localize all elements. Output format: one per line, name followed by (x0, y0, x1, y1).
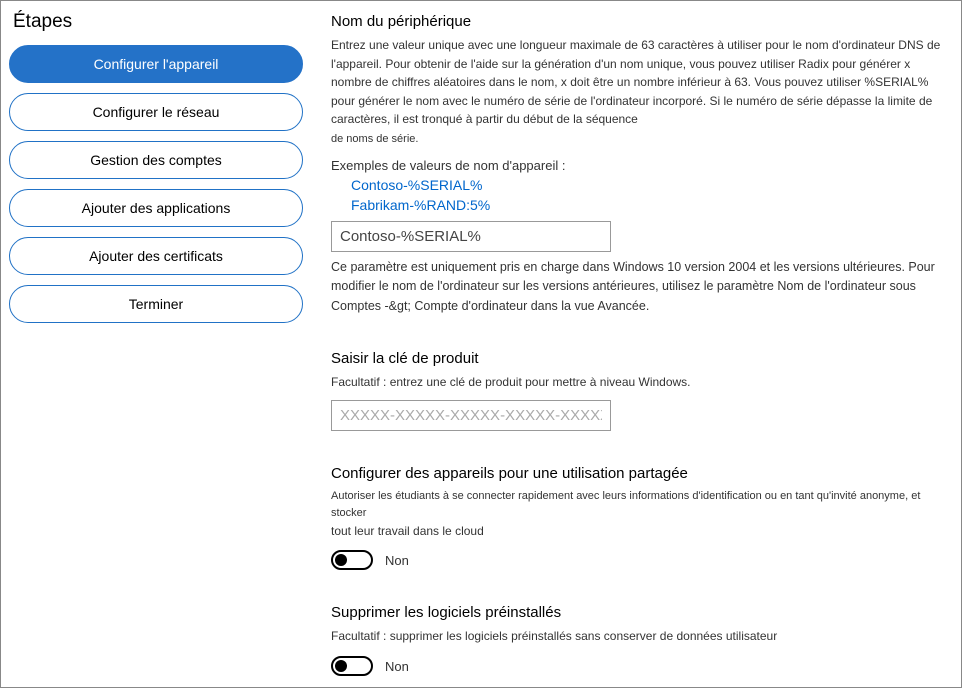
remove-preinstalled-description: Facultatif : supprimer les logiciels pré… (331, 627, 941, 646)
shared-use-description-small: Autoriser les étudiants à se connecter r… (331, 488, 941, 522)
shared-use-title: Configurer des appareils pour une utilis… (331, 465, 941, 482)
step-configure-network[interactable]: Configurer le réseau (9, 93, 303, 131)
product-key-title: Saisir la clé de produit (331, 350, 941, 367)
device-name-section: Nom du périphérique Entrez une valeur un… (331, 13, 941, 316)
shared-use-toggle[interactable] (331, 550, 373, 570)
step-finish[interactable]: Terminer (9, 285, 303, 323)
step-add-apps[interactable]: Ajouter des applications (9, 189, 303, 227)
device-name-examples-label: Exemples de valeurs de nom d'appareil : (331, 158, 941, 173)
step-configure-device[interactable]: Configurer l'appareil (9, 45, 303, 83)
remove-preinstalled-title: Supprimer les logiciels préinstallés (331, 604, 941, 621)
product-key-section: Saisir la clé de produit Facultatif : en… (331, 350, 941, 431)
shared-use-toggle-label: Non (385, 553, 409, 568)
main-panel: Nom du périphérique Entrez une valeur un… (311, 1, 961, 687)
device-name-note: Ce paramètre est uniquement pris en char… (331, 258, 941, 316)
device-name-description-tail: de noms de série. (331, 131, 941, 148)
sidebar-title: Étapes (13, 11, 303, 33)
remove-preinstalled-section: Supprimer les logiciels préinstallés Fac… (331, 604, 941, 676)
device-name-example-2[interactable]: Fabrikam-%RAND:5% (351, 197, 941, 213)
device-name-description: Entrez une valeur unique avec une longue… (331, 36, 941, 129)
device-name-title: Nom du périphérique (331, 13, 941, 30)
sidebar: Étapes Configurer l'appareil Configurer … (1, 1, 311, 687)
remove-preinstalled-toggle[interactable] (331, 656, 373, 676)
product-key-input[interactable] (331, 400, 611, 431)
remove-preinstalled-toggle-label: Non (385, 659, 409, 674)
remove-preinstalled-toggle-row: Non (331, 656, 941, 676)
device-name-example-1[interactable]: Contoso-%SERIAL% (351, 177, 941, 193)
step-account-management[interactable]: Gestion des comptes (9, 141, 303, 179)
step-add-certificates[interactable]: Ajouter des certificats (9, 237, 303, 275)
device-name-input[interactable] (331, 221, 611, 252)
shared-use-description-tail: tout leur travail dans le cloud (331, 522, 941, 541)
shared-use-toggle-row: Non (331, 550, 941, 570)
product-key-description: Facultatif : entrez une clé de produit p… (331, 373, 941, 392)
shared-use-section: Configurer des appareils pour une utilis… (331, 465, 941, 571)
app-window: Étapes Configurer l'appareil Configurer … (0, 0, 962, 688)
